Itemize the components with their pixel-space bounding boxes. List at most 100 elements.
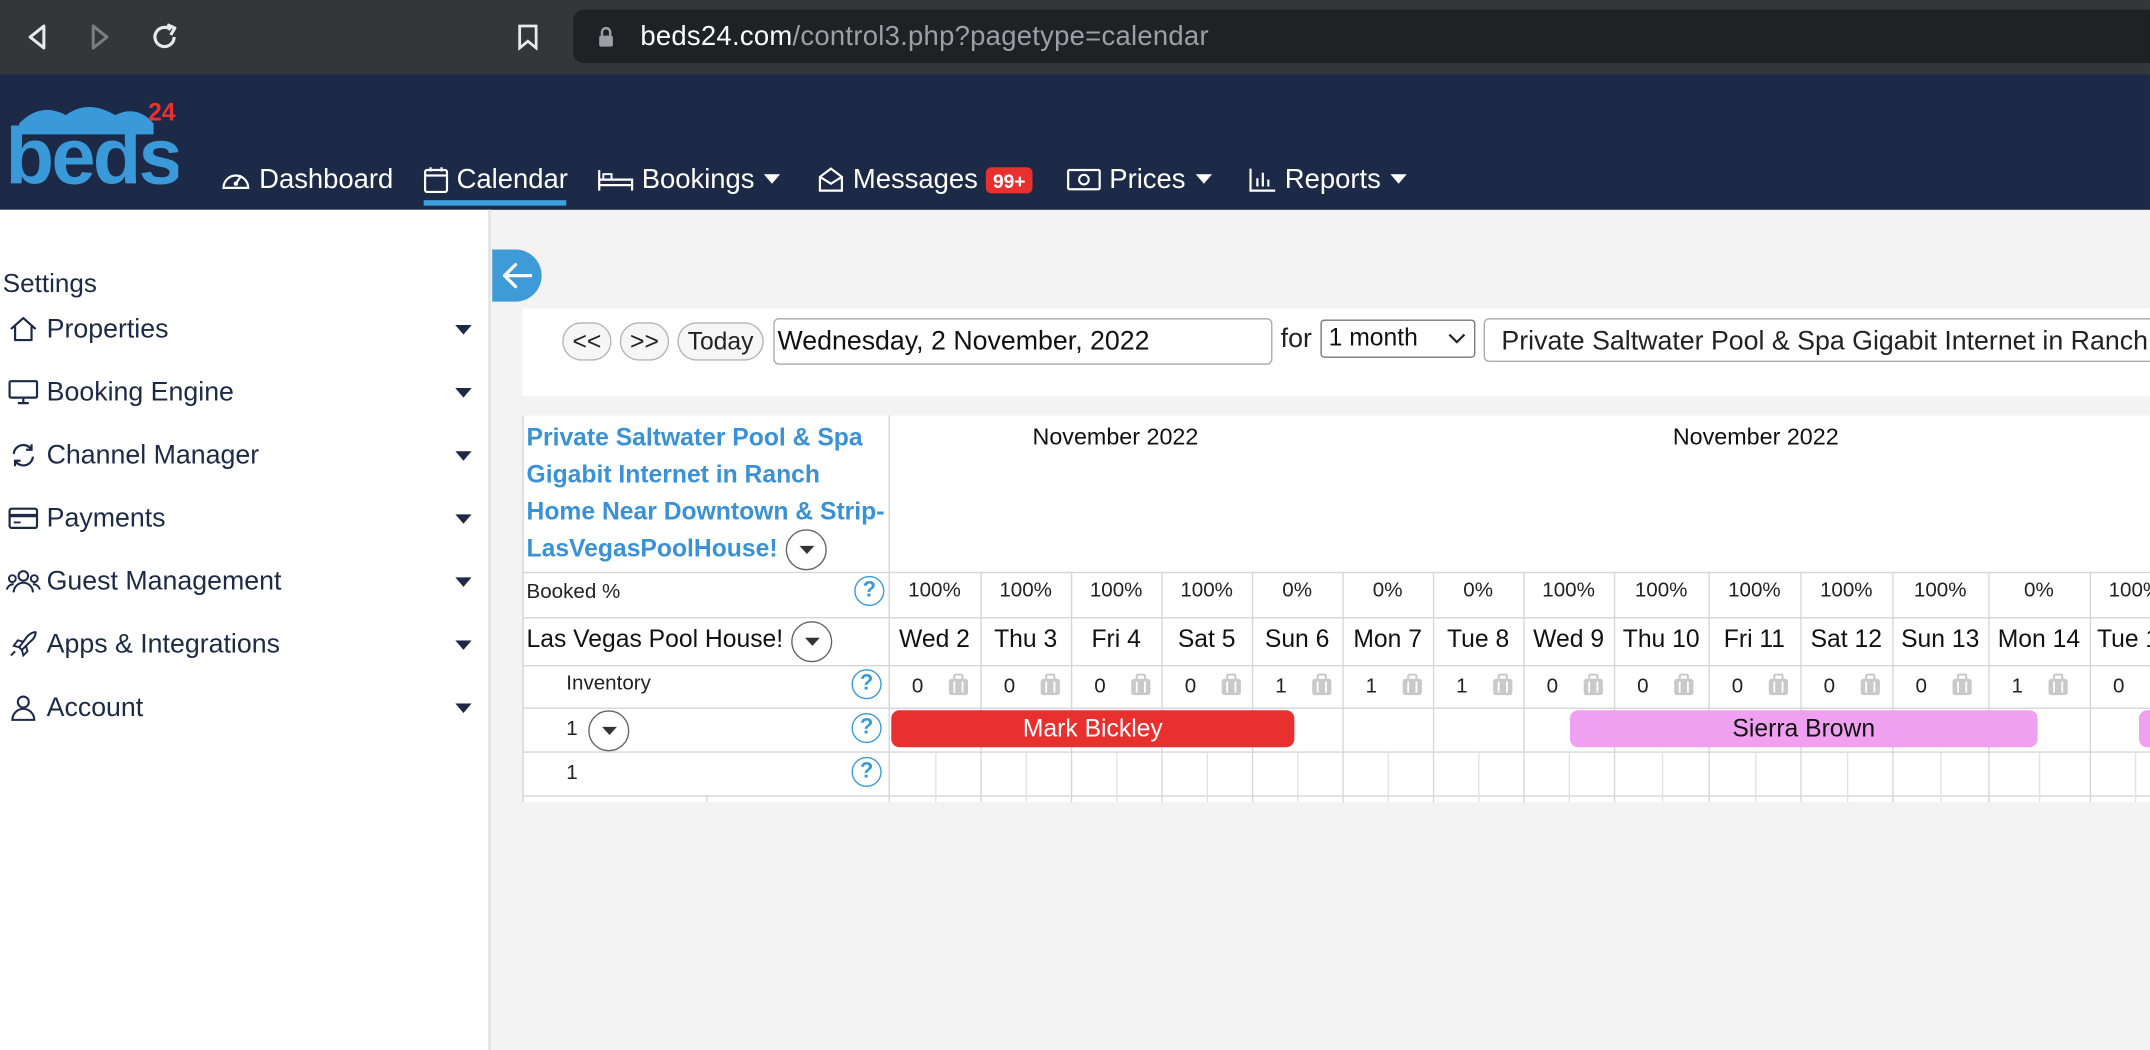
- inventory-count: 1: [1275, 674, 1287, 698]
- start-date-input[interactable]: Wednesday, 2 November, 2022: [773, 318, 1273, 365]
- inventory-cell[interactable]: 1: [1275, 673, 1338, 698]
- day-header[interactable]: Sat 12: [1800, 625, 1892, 654]
- nav-bookings-label: Bookings: [641, 163, 755, 195]
- day-header[interactable]: Wed 9: [1523, 625, 1613, 654]
- day-header[interactable]: Mon 14: [1988, 625, 2089, 654]
- help-icon[interactable]: ?: [851, 669, 882, 700]
- bookmark-icon[interactable]: [506, 15, 550, 59]
- luggage-icon: [1311, 673, 1333, 702]
- luggage-icon: [1767, 673, 1789, 702]
- prev-period-button[interactable]: <<: [562, 322, 612, 361]
- help-icon[interactable]: ?: [854, 575, 885, 607]
- inventory-count: 0: [1823, 674, 1836, 698]
- grid-line: [1940, 751, 1942, 803]
- today-button[interactable]: Today: [677, 322, 764, 361]
- chevron-down-icon: [1390, 174, 1407, 184]
- grid-line: [1988, 571, 1990, 803]
- nav-messages[interactable]: Messages 99+: [817, 162, 1033, 198]
- booking-bar[interactable]: Mark Bickley: [891, 710, 1295, 748]
- messages-count-badge: 99+: [986, 166, 1033, 193]
- day-header[interactable]: Wed 2: [889, 625, 981, 654]
- inventory-cell[interactable]: 0: [912, 673, 975, 698]
- inventory-cell[interactable]: 1: [2012, 673, 2075, 698]
- inventory-count: 0: [1546, 674, 1559, 698]
- sidebar-item-account[interactable]: Account: [0, 687, 488, 728]
- grid-line: [1342, 571, 1344, 803]
- envelope-icon: [818, 167, 843, 192]
- nav-calendar[interactable]: Calendar: [423, 162, 568, 198]
- inventory-cell[interactable]: 0: [1637, 673, 1700, 698]
- booked-percent-cell: 0%: [1463, 578, 1493, 602]
- booking-bar[interactable]: Sierra Brown: [1569, 710, 2038, 748]
- grid-line: [2089, 571, 2092, 803]
- grid-line: [935, 751, 937, 803]
- user-icon: [0, 694, 47, 721]
- booked-percent-label: Booked %: [526, 580, 621, 604]
- day-header[interactable]: Thu 10: [1614, 625, 1709, 654]
- nav-prices[interactable]: Prices: [1067, 162, 1212, 198]
- room-menu-button[interactable]: [791, 621, 833, 663]
- sidebar-item-properties[interactable]: Properties: [0, 309, 488, 350]
- property-menu-button[interactable]: [785, 529, 827, 571]
- help-icon[interactable]: ?: [851, 756, 882, 788]
- nav-dashboard[interactable]: Dashboard: [221, 162, 393, 198]
- home-icon: [0, 315, 47, 342]
- day-header[interactable]: Sun 13: [1892, 625, 1988, 654]
- beds24-logo[interactable]: beds 24: [5, 93, 182, 201]
- chevron-down-icon: [804, 636, 820, 646]
- sidebar-item-payments[interactable]: Payments: [0, 498, 488, 539]
- sidebar-item-apps-integrations[interactable]: Apps & Integrations: [0, 624, 488, 665]
- day-header[interactable]: Mon 7: [1342, 625, 1432, 654]
- day-header[interactable]: Fri 4: [1071, 625, 1161, 654]
- grid-line: [1800, 571, 1802, 803]
- next-period-button[interactable]: >>: [619, 322, 670, 361]
- reload-icon[interactable]: [143, 15, 187, 59]
- property-title-link[interactable]: Private Saltwater Pool & Spa Gigabit Int…: [527, 420, 886, 568]
- day-header[interactable]: Tue 8: [1433, 625, 1523, 654]
- inventory-cell[interactable]: 0: [1732, 673, 1795, 698]
- month-header: November 2022: [1032, 423, 1199, 450]
- booked-percent-cell: 100%: [1728, 578, 1781, 602]
- inventory-cell[interactable]: 0: [1094, 673, 1157, 698]
- grid-line: [888, 415, 890, 803]
- grid-line: [522, 415, 524, 803]
- address-bar[interactable]: beds24.com/control3.php?pagetype=calenda…: [573, 9, 2150, 64]
- grid-line: [1432, 571, 1435, 803]
- sidebar-item-booking-engine[interactable]: Booking Engine: [0, 372, 488, 413]
- grid-line: [1846, 751, 1849, 803]
- inventory-cell[interactable]: 1: [1366, 673, 1429, 698]
- inventory-label: Inventory: [566, 671, 651, 696]
- luggage-icon: [1401, 673, 1423, 702]
- back-icon[interactable]: [15, 15, 59, 59]
- inventory-cell[interactable]: 0: [1185, 673, 1248, 698]
- inventory-cell[interactable]: 0: [1547, 673, 1610, 698]
- inventory-cell[interactable]: 1: [1456, 673, 1519, 698]
- grid-line: [522, 571, 2150, 574]
- sidebar-item-channel-manager[interactable]: Channel Manager: [0, 435, 488, 476]
- inventory-cell[interactable]: 0: [1004, 673, 1067, 698]
- grid-line: [2038, 751, 2041, 803]
- inventory-cell[interactable]: 0: [2113, 673, 2150, 698]
- grid-line: [1251, 571, 1254, 803]
- collapse-sidebar-button[interactable]: [492, 249, 542, 302]
- sidebar-item-guest-management[interactable]: Guest Management: [0, 561, 488, 602]
- luggage-icon: [1673, 673, 1695, 702]
- help-icon[interactable]: ?: [851, 713, 882, 744]
- nav-bookings[interactable]: Bookings: [598, 162, 781, 198]
- day-header[interactable]: Tue 15: [2090, 625, 2150, 654]
- day-header[interactable]: Sat 5: [1161, 625, 1251, 654]
- property-select[interactable]: Private Saltwater Pool & Spa Gigabit Int…: [1483, 318, 2150, 362]
- nav-reports[interactable]: Reports: [1249, 162, 1407, 198]
- day-header[interactable]: Fri 11: [1708, 625, 1800, 654]
- day-header[interactable]: Sun 6: [1252, 625, 1342, 654]
- day-header[interactable]: Thu 3: [980, 625, 1070, 654]
- forward-icon[interactable]: [78, 15, 122, 59]
- unit-menu-button[interactable]: [588, 710, 630, 752]
- chevron-down-icon: [1195, 174, 1212, 184]
- period-select[interactable]: 1 month: [1320, 319, 1476, 358]
- grid-line: [1708, 571, 1710, 803]
- unit-label: 1: [566, 760, 578, 785]
- inventory-cell[interactable]: 0: [1824, 673, 1887, 698]
- booking-bar-partial[interactable]: [2139, 710, 2150, 748]
- inventory-cell[interactable]: 0: [1916, 673, 1979, 698]
